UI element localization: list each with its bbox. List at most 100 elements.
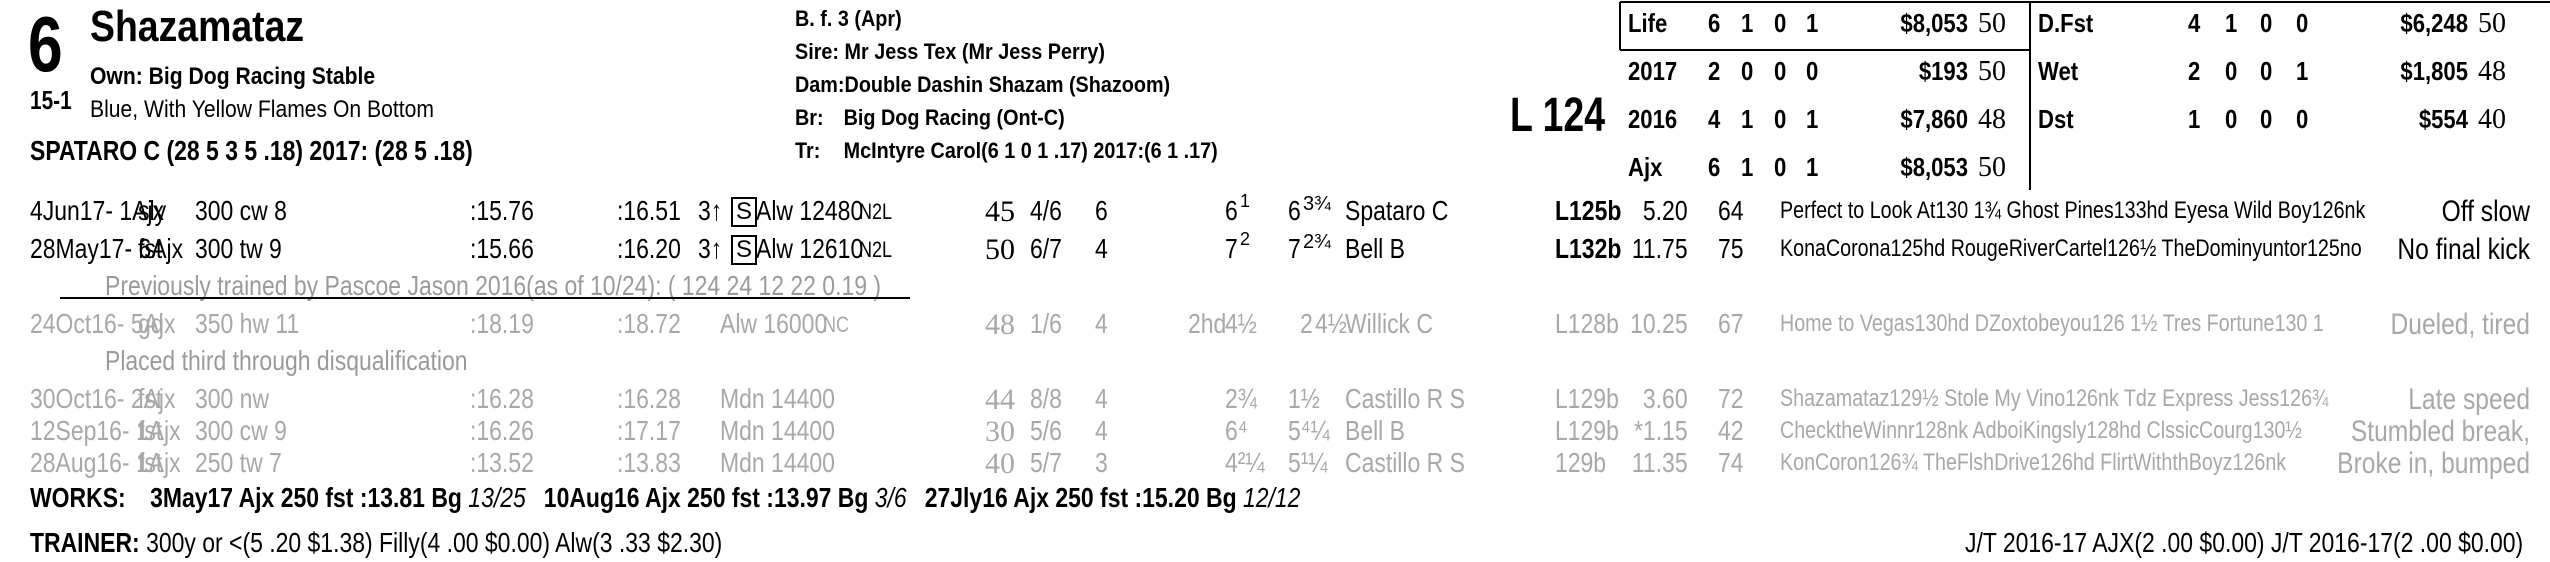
fraction-1: :15.76 (470, 195, 534, 226)
race-speed: 67 (1718, 308, 1744, 339)
record-starts: 6 (1708, 8, 1721, 38)
work-distance: 250 fst (687, 482, 767, 513)
record-label: Life (1628, 8, 1668, 38)
record-places: 0 (2260, 104, 2273, 134)
record-label: 2016 (1628, 104, 1678, 134)
start-position: 4 (1095, 308, 1108, 339)
fraction-1: :15.66 (470, 233, 534, 264)
odds: *1.15 (1633, 415, 1688, 446)
record-earnings: $6,248 (2400, 8, 2468, 38)
odds: 5.20 (1642, 195, 1688, 226)
finish: 5¹¼ (1288, 447, 1328, 478)
call-2: 4²¼ (1225, 447, 1265, 478)
record-starts: 6 (1708, 152, 1721, 182)
record-fig: 50 (1978, 8, 2006, 39)
trip-note: Broke in, bumped (2337, 447, 2530, 480)
work-entry: 10Aug16 Ajx 250 fst :13.97 Bg 3/6 (544, 482, 907, 513)
works-list: 3May17 Ajx 250 fst :13.81 Bg 13/25 10Aug1… (132, 482, 1300, 513)
race-speed: 72 (1718, 383, 1744, 414)
weight-meds: L128b (1555, 308, 1619, 339)
start-position: 3 (1095, 447, 1108, 478)
race-class: Alw 16000 (720, 308, 828, 339)
start-position: 4 (1095, 233, 1108, 264)
finish: 5⁴¼ (1288, 415, 1330, 446)
fraction-1: :16.26 (470, 415, 534, 446)
work-rank: 12/12 (1242, 482, 1301, 513)
race-speed: 75 (1718, 233, 1744, 264)
speed-figure: 40 (985, 447, 1015, 480)
record-starts: 4 (1708, 104, 1721, 134)
record-places: 0 (2260, 8, 2273, 38)
fraction-2: :16.51 (617, 195, 681, 226)
work-time: :13.81 (359, 482, 432, 513)
record-wins: 1 (1741, 104, 1754, 134)
post-of-field: 1/6 (1030, 308, 1062, 339)
race-distance: 300 nw (195, 383, 270, 414)
trainer-stats-label: TRAINER: (30, 527, 140, 558)
record-places: 0 (1774, 56, 1787, 86)
record-shows: 1 (2296, 56, 2309, 86)
post-of-field: 5/6 (1030, 415, 1062, 446)
record-wins: 0 (2225, 56, 2238, 86)
start-position: 4 (1095, 415, 1108, 446)
record-wins: 1 (2225, 8, 2238, 38)
post-of-field: 4/6 (1030, 195, 1062, 226)
record-fig: 40 (2478, 104, 2506, 135)
age-restriction: 3↑ (698, 233, 723, 264)
record-places: 0 (1774, 152, 1787, 182)
finish-pre: 2 (1300, 308, 1313, 339)
record-starts: 2 (1708, 56, 1721, 86)
record-places: 0 (1774, 104, 1787, 134)
record-earnings: $193 (1918, 56, 1968, 86)
trip-note: No final kick (2397, 233, 2530, 266)
record-earnings: $1,805 (2400, 56, 2468, 86)
record-earnings: $554 (2418, 104, 2468, 134)
works-label: WORKS: (30, 482, 126, 513)
dq-note: Placed third through disqualification (105, 345, 468, 376)
record-label: Ajx (1628, 152, 1663, 182)
race-distance: 350 hw 11 (195, 308, 300, 339)
work-rank: 3/6 (874, 482, 907, 513)
state-bred-box: S (731, 197, 758, 227)
record-label: Wet (2038, 56, 2079, 86)
weight-meds: 129b (1555, 447, 1607, 478)
record-label: D.Fst (2038, 8, 2094, 38)
weight-meds: L129b (1555, 415, 1619, 446)
trip-comment-finishers: KonCoron126¾ TheFlshDrive126hd FlirtWith… (1780, 449, 2287, 476)
call-2: 2¾ (1225, 383, 1257, 414)
work-date: 3May17 (150, 482, 239, 513)
state-bred-box: S (731, 235, 758, 265)
work-distance: 250 fst (280, 482, 360, 513)
fraction-2: :17.17 (617, 415, 681, 446)
track-condition: sly (138, 195, 167, 226)
trip-comment-finishers: Perfect to Look At130 1¾ Ghost Pines133h… (1780, 197, 2366, 224)
fraction-1: :13.52 (470, 447, 534, 478)
record-wins: 1 (1741, 152, 1754, 182)
jockey: Spataro C (1345, 195, 1449, 226)
work-entry: 3May17 Ajx 250 fst :13.81 Bg 13/25 (150, 482, 526, 513)
speed-figure: 44 (985, 383, 1015, 416)
finish: 6 (1288, 195, 1301, 226)
record-label: 2017 (1628, 56, 1678, 86)
record-shows: 1 (1806, 104, 1819, 134)
weight-meds: L132b (1555, 233, 1622, 264)
jockey: Bell B (1345, 233, 1405, 264)
race-distance: 250 tw 7 (195, 447, 282, 478)
work-time: :13.97 (766, 482, 838, 513)
odds: 11.75 (1631, 233, 1688, 264)
record-starts: 2 (2188, 56, 2201, 86)
record-shows: 1 (1806, 8, 1819, 38)
track-condition: fst (138, 415, 163, 446)
work-track: Ajx (1013, 482, 1056, 513)
fraction-1: :18.19 (470, 308, 534, 339)
record-shows: 0 (2296, 104, 2309, 134)
trip-comment-finishers: ChecktheWinnr128nk AdboiKingsly128hd Cls… (1780, 417, 2302, 444)
fraction-2: :16.28 (617, 383, 681, 414)
work-track: Ajx (238, 482, 281, 513)
record-fig: 50 (1978, 152, 2006, 183)
record-starts: 1 (2188, 104, 2201, 134)
trip-comment-finishers: Shazamataz129½ Stole My Vino126nk Tdz Ex… (1780, 385, 2329, 412)
fraction-1: :16.28 (470, 383, 534, 414)
call-2-lengths: 1 (1240, 191, 1251, 211)
record-fig: 50 (1978, 56, 2006, 87)
